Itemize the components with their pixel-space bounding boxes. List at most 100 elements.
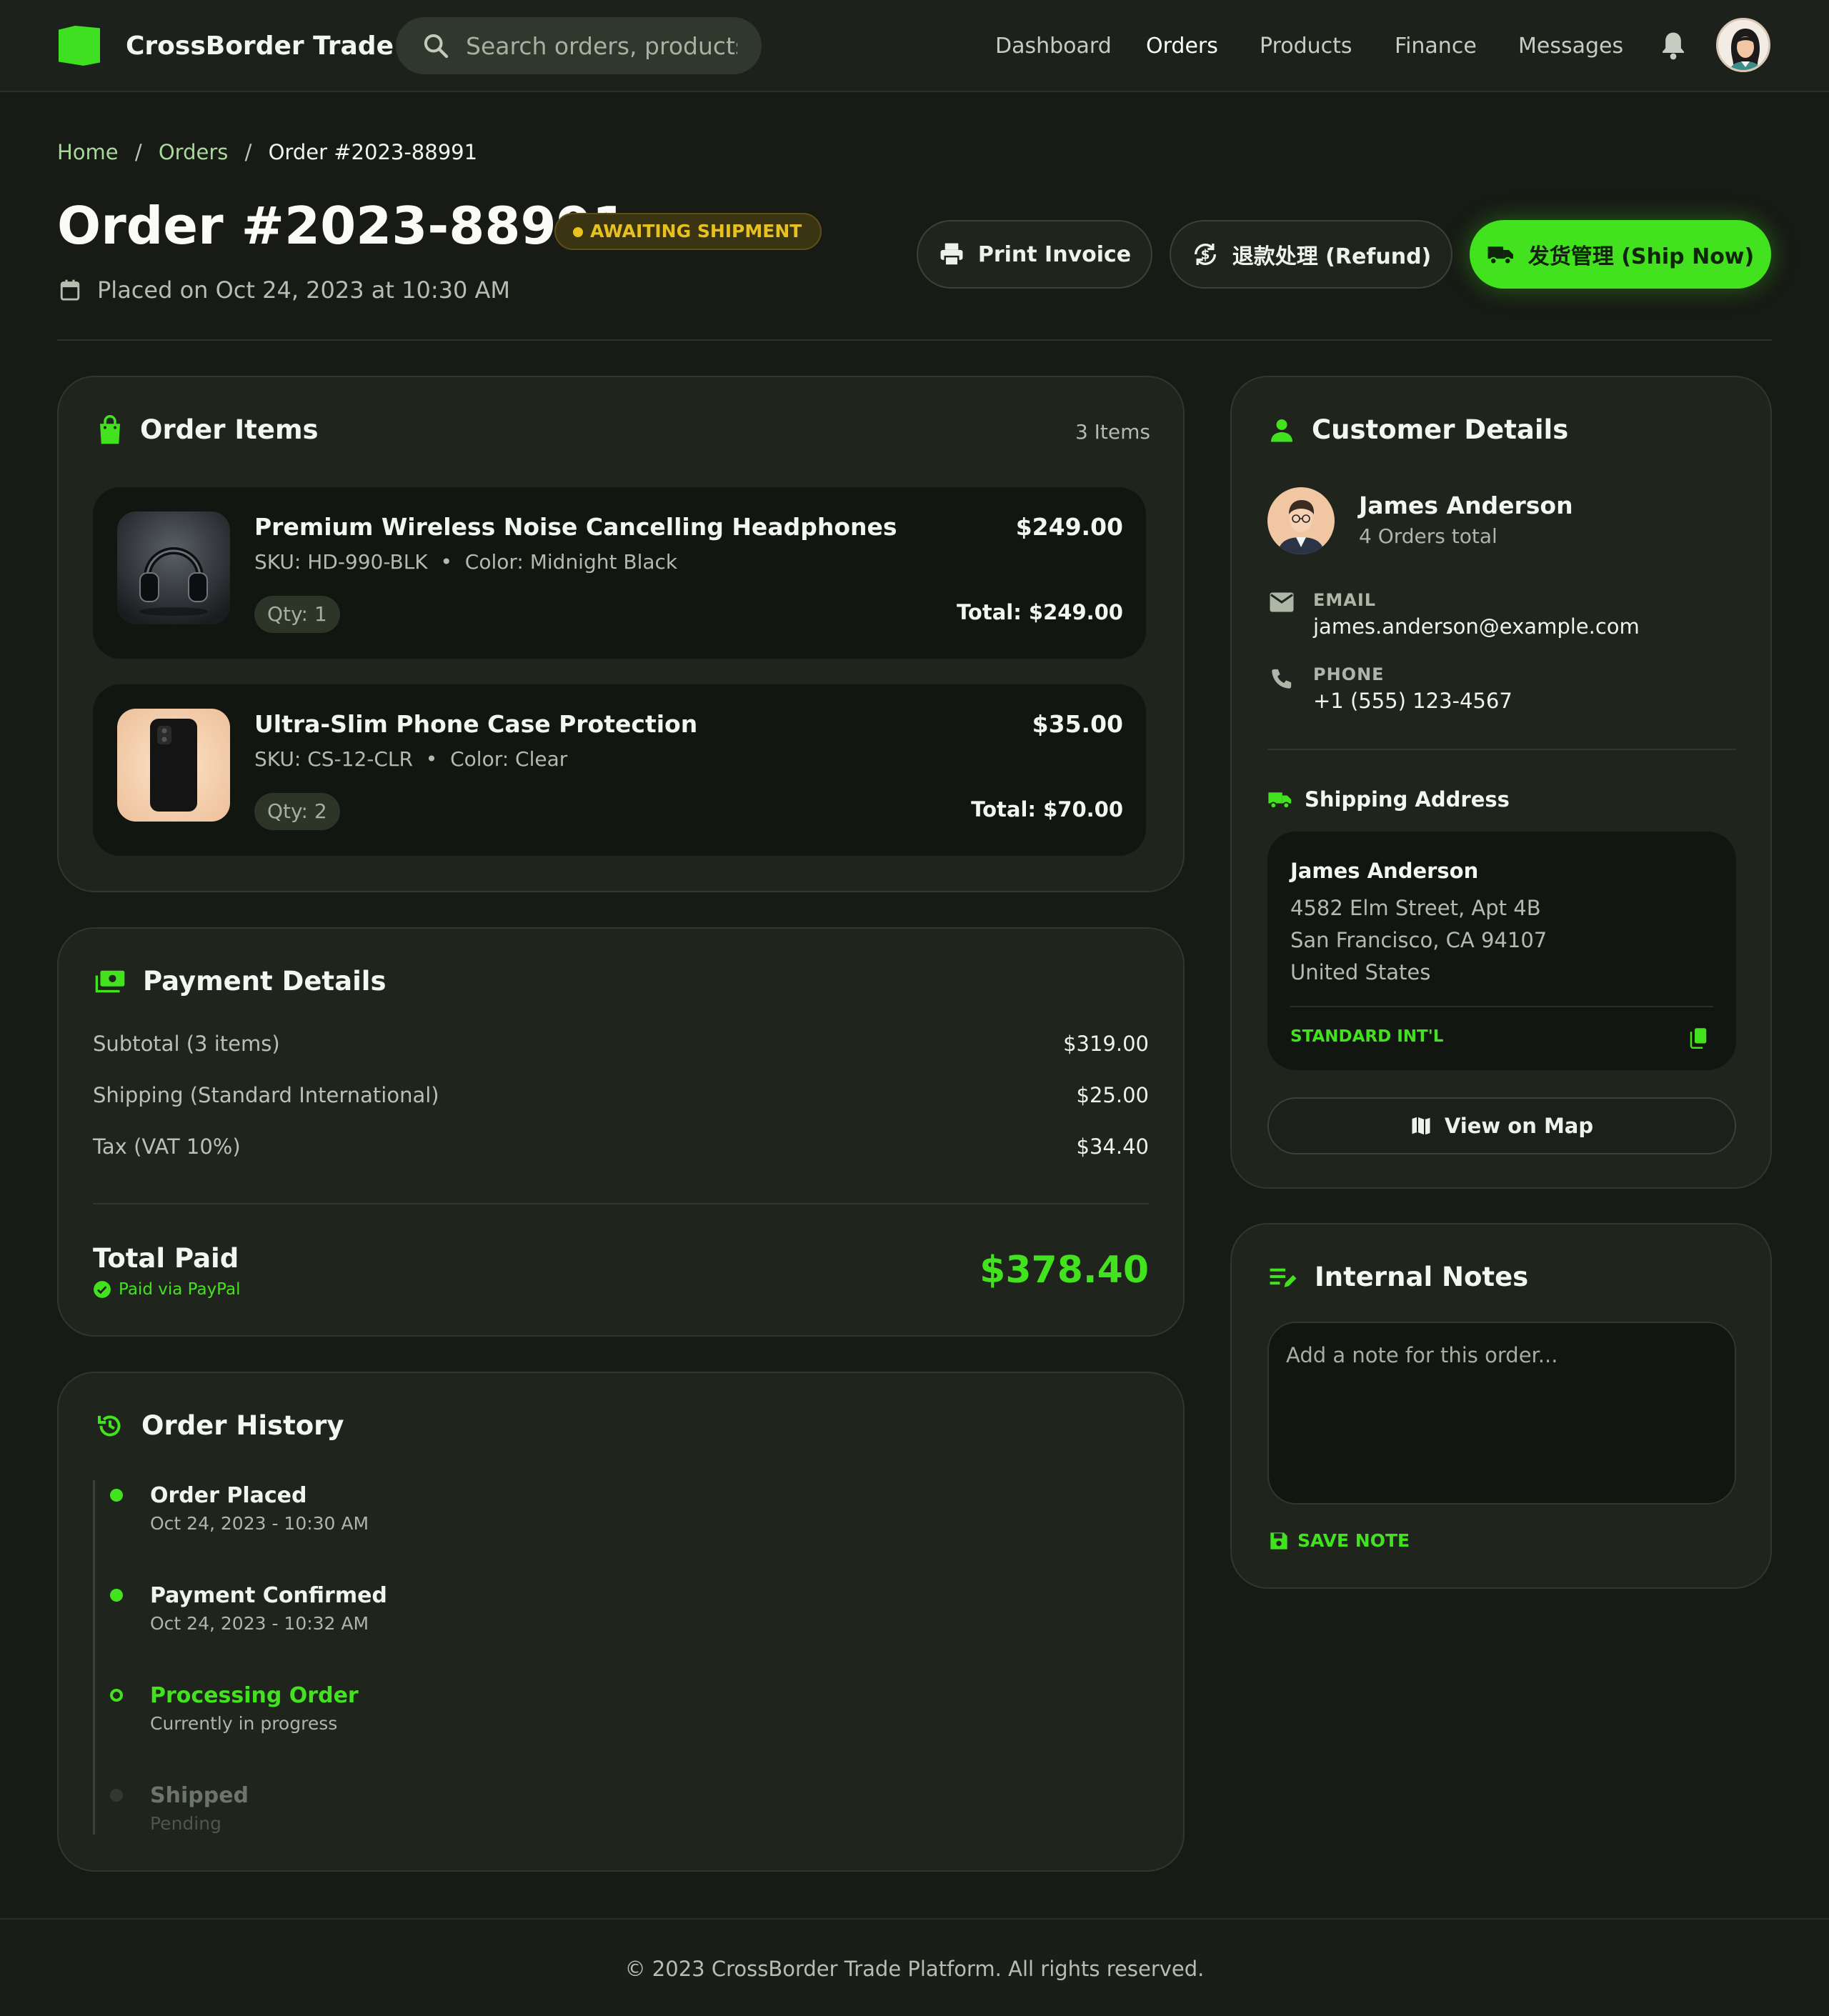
- top-navigation-bar: CrossBorder Trade Dashboard Orders Produ…: [0, 0, 1829, 92]
- mail-icon: [1270, 592, 1294, 612]
- payment-divider: [93, 1203, 1149, 1204]
- payment-row-label: Subtotal (3 items): [93, 1032, 280, 1056]
- save-note-button[interactable]: SAVE NOTE: [1269, 1530, 1410, 1551]
- customer-name[interactable]: James Anderson: [1359, 491, 1573, 519]
- shipping-address-title-text: Shipping Address: [1305, 787, 1510, 812]
- print-invoice-button[interactable]: Print Invoice: [917, 220, 1152, 289]
- payment-row-value: $319.00: [1063, 1032, 1149, 1056]
- timeline-event-title: Order Placed: [150, 1483, 307, 1508]
- order-items-card: Order Items 3 Items Premium Wireless Noi…: [57, 376, 1185, 892]
- order-history-card: Order History Order Placed Oct 24, 2023 …: [57, 1372, 1185, 1872]
- internal-notes-card: Internal Notes SAVE NOTE: [1230, 1223, 1772, 1589]
- printer-icon: [940, 243, 963, 266]
- item-qty-badge: Qty: 1: [254, 596, 340, 633]
- ship-now-label: 发货管理 (Ship Now): [1528, 244, 1755, 269]
- customer-details-title: Customer Details: [1269, 414, 1568, 445]
- bell-icon[interactable]: [1659, 30, 1688, 61]
- list-item[interactable]: Premium Wireless Noise Cancelling Headph…: [93, 487, 1146, 659]
- search-icon: [424, 34, 449, 59]
- page-title: Order #2023-88991: [57, 196, 628, 256]
- shipping-address-title: Shipping Address: [1267, 787, 1510, 812]
- placed-date: Placed on Oct 24, 2023 at 10:30 AM: [59, 274, 510, 306]
- payment-row-subtotal: Subtotal (3 items) $319.00: [93, 1032, 1149, 1056]
- payment-method-text: Paid via PayPal: [119, 1280, 241, 1299]
- total-paid-label: Total Paid: [93, 1243, 239, 1274]
- app-name: CrossBorder Trade: [126, 31, 394, 61]
- product-thumbnail-phone-case: [117, 709, 230, 822]
- breadcrumb-current: Order #2023-88991: [268, 140, 478, 164]
- nav-products[interactable]: Products: [1260, 29, 1352, 64]
- shipping-method: STANDARD INT'L: [1290, 1027, 1444, 1046]
- item-price: $35.00: [1032, 710, 1123, 738]
- timeline-event-time: Currently in progress: [150, 1713, 338, 1734]
- brand-flag-icon: [59, 26, 100, 66]
- item-color: Color: Clear: [450, 747, 568, 771]
- item-total: Total: $70.00: [971, 797, 1123, 822]
- internal-notes-title-text: Internal Notes: [1315, 1262, 1529, 1292]
- list-item[interactable]: Ultra-Slim Phone Case Protection $35.00 …: [93, 684, 1146, 856]
- brand[interactable]: CrossBorder Trade: [59, 26, 394, 66]
- refund-button[interactable]: $ 退款处理 (Refund): [1170, 220, 1452, 289]
- customer-order-count: 4 Orders total: [1359, 524, 1497, 548]
- header-divider: [57, 339, 1772, 341]
- timeline-event-time: Pending: [150, 1813, 221, 1834]
- payment-details-title: Payment Details: [94, 966, 386, 997]
- truck-icon: [1268, 792, 1292, 809]
- nav-messages[interactable]: Messages: [1518, 29, 1623, 64]
- payment-row-value: $25.00: [1076, 1083, 1149, 1107]
- status-badge: AWAITING SHIPMENT: [554, 213, 822, 250]
- breadcrumb: Home / Orders / Order #2023-88991: [57, 140, 487, 164]
- address-country: United States: [1290, 960, 1431, 984]
- truck-icon: [1487, 246, 1513, 265]
- nav-finance[interactable]: Finance: [1395, 29, 1477, 64]
- save-note-label: SAVE NOTE: [1297, 1530, 1410, 1551]
- item-total: Total: $249.00: [956, 600, 1123, 624]
- address-line2: San Francisco, CA 94107: [1290, 928, 1548, 952]
- person-icon: [1271, 419, 1292, 441]
- notes-icon: [1270, 1268, 1297, 1287]
- breadcrumb-orders[interactable]: Orders: [159, 140, 229, 164]
- search-input[interactable]: [466, 31, 737, 60]
- cash-icon: [95, 970, 125, 992]
- customer-details-card: Customer Details James Anderson 4 Orders…: [1230, 376, 1772, 1189]
- order-history-title: Order History: [96, 1410, 344, 1441]
- timeline-dot-current: [110, 1689, 123, 1702]
- shipping-address-box: James Anderson 4582 Elm Street, Apt 4B S…: [1267, 832, 1736, 1070]
- breadcrumb-separator: /: [244, 140, 252, 164]
- timeline-event-title: Processing Order: [150, 1683, 359, 1708]
- total-paid-value: $378.40: [980, 1249, 1149, 1292]
- note-textarea[interactable]: [1267, 1322, 1736, 1504]
- phone-label: PHONE: [1313, 664, 1385, 684]
- nav-orders[interactable]: Orders: [1146, 29, 1218, 64]
- ship-now-button[interactable]: 发货管理 (Ship Now): [1470, 220, 1771, 289]
- email-label: EMAIL: [1313, 590, 1377, 610]
- refund-icon: $: [1194, 243, 1216, 266]
- payment-row-label: Tax (VAT 10%): [93, 1134, 241, 1159]
- customer-phone[interactable]: +1 (555) 123-4567: [1313, 689, 1512, 713]
- item-sku: SKU: HD-990-BLK: [254, 550, 428, 574]
- payment-row-tax: Tax (VAT 10%) $34.40: [93, 1134, 1149, 1159]
- user-avatar[interactable]: [1716, 18, 1770, 72]
- order-items-title-text: Order Items: [140, 414, 319, 445]
- customer-avatar: [1267, 487, 1335, 554]
- breadcrumb-separator: /: [134, 140, 142, 164]
- phone-icon: [1272, 669, 1292, 689]
- view-on-map-button[interactable]: View on Map: [1267, 1097, 1736, 1154]
- timeline-dot-pending: [110, 1789, 123, 1802]
- order-items-title: Order Items: [97, 414, 319, 445]
- item-meta: SKU: HD-990-BLK • Color: Midnight Black: [254, 550, 678, 574]
- payment-method: Paid via PayPal: [93, 1280, 241, 1299]
- calendar-icon: [60, 279, 80, 301]
- item-qty-badge: Qty: 2: [254, 793, 340, 830]
- copy-icon[interactable]: [1689, 1027, 1708, 1049]
- nav-dashboard[interactable]: Dashboard: [995, 29, 1112, 64]
- timeline-dot-complete: [110, 1489, 123, 1502]
- svg-text:$: $: [1200, 248, 1210, 263]
- breadcrumb-home[interactable]: Home: [57, 140, 119, 164]
- item-meta: SKU: CS-12-CLR • Color: Clear: [254, 747, 568, 771]
- item-name[interactable]: Premium Wireless Noise Cancelling Headph…: [254, 513, 897, 541]
- item-color: Color: Midnight Black: [464, 550, 678, 574]
- item-name[interactable]: Ultra-Slim Phone Case Protection: [254, 710, 697, 738]
- address-divider: [1290, 1006, 1713, 1007]
- customer-email[interactable]: james.anderson@example.com: [1313, 614, 1640, 639]
